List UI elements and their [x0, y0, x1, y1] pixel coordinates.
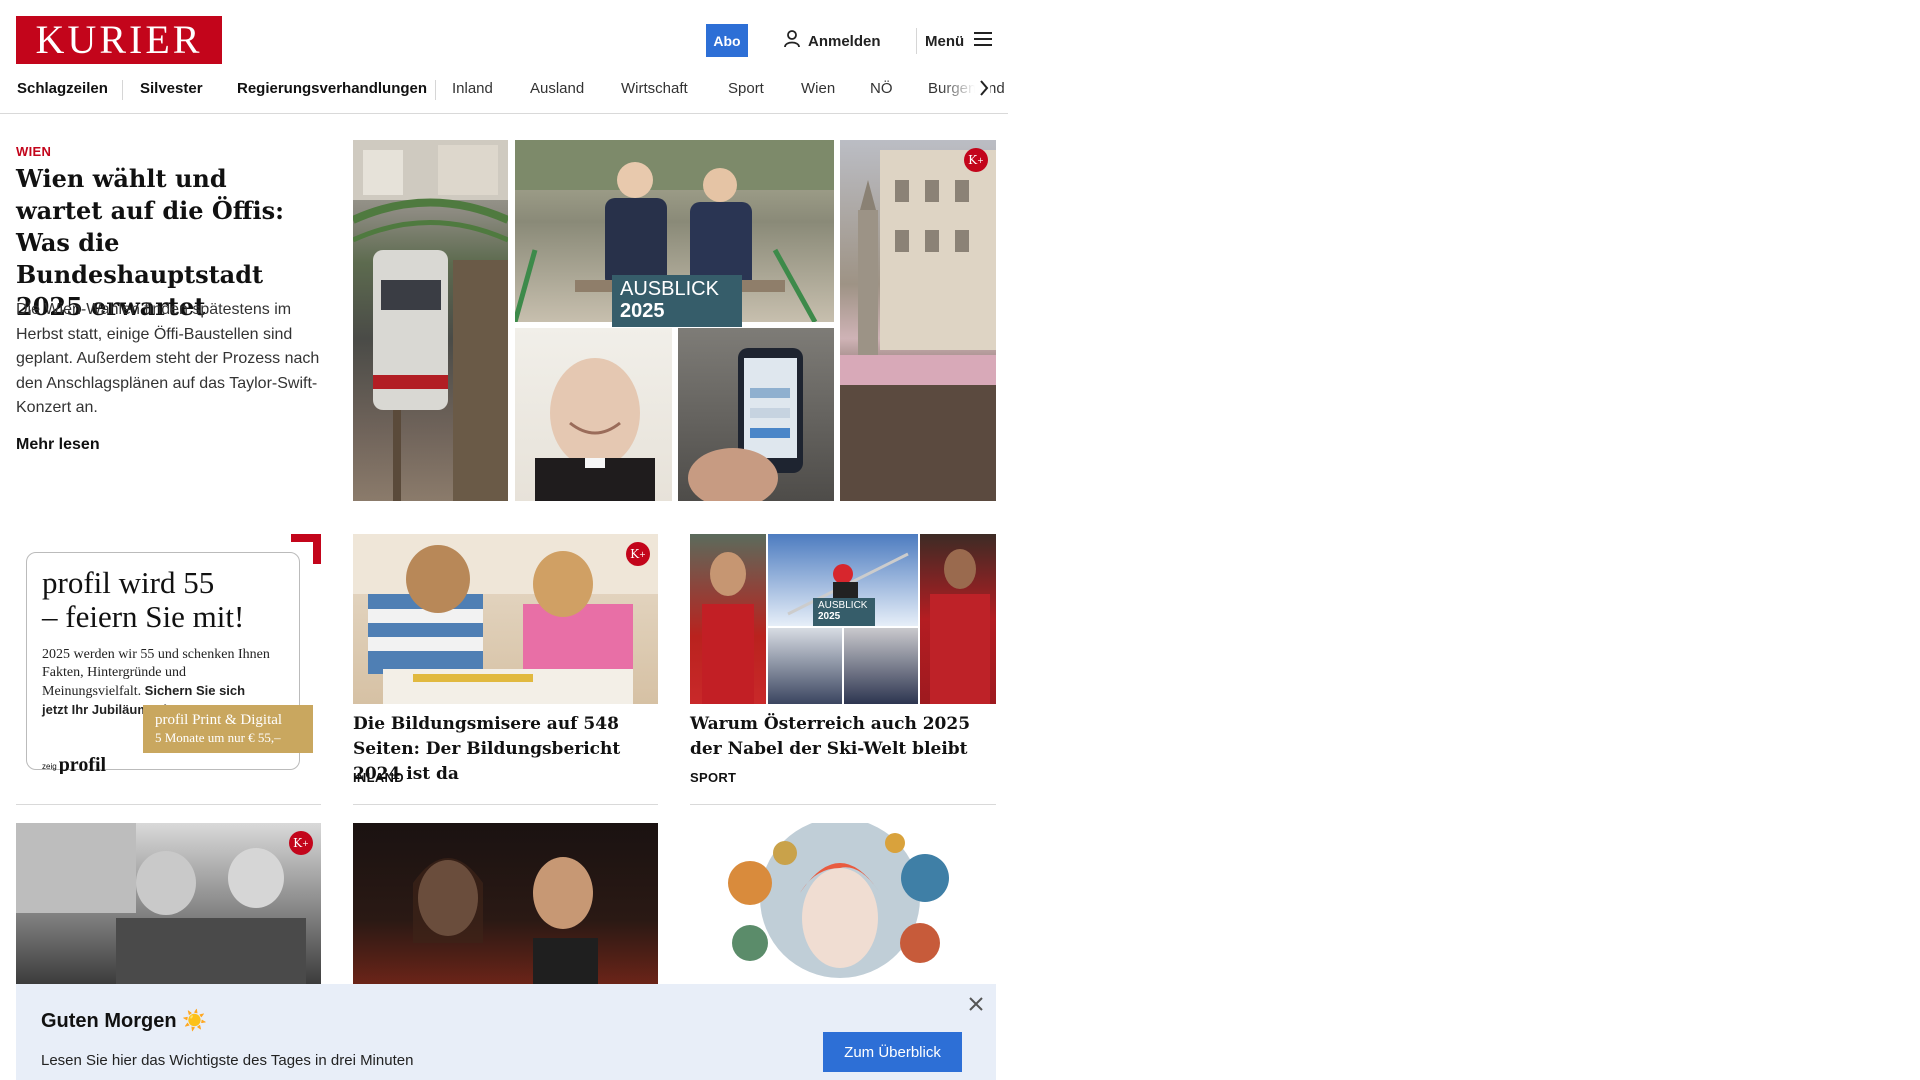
- kurier-logo[interactable]: KURIER: [16, 16, 222, 64]
- vintage-couple-photo[interactable]: [16, 823, 321, 984]
- celebrity-couple-photo[interactable]: [353, 823, 658, 984]
- kplus-premium-icon: K +: [626, 542, 650, 566]
- banner-text: Lesen Sie hier das Wichtigste des Tages …: [41, 1052, 414, 1069]
- menu-button[interactable]: Menü: [925, 30, 993, 52]
- read-more-link[interactable]: Mehr lesen: [16, 436, 100, 454]
- ski-team-photo[interactable]: [844, 628, 918, 704]
- user-icon: [784, 30, 800, 52]
- hamburger-icon: [974, 32, 993, 50]
- footballer-photo[interactable]: [690, 534, 766, 704]
- kplus-premium-icon: K +: [964, 148, 988, 172]
- ausblick-badge: AUSBLICK 2025: [612, 275, 742, 327]
- menu-label: Menü: [925, 32, 965, 50]
- cardinal-photo[interactable]: [515, 328, 672, 501]
- login-link[interactable]: Anmelden: [784, 30, 881, 52]
- nav-item-wirtschaft[interactable]: Wirtschaft: [621, 80, 688, 97]
- ausblick-word: AUSBLICK: [620, 278, 719, 300]
- nav-item-wien[interactable]: Wien: [801, 80, 835, 97]
- player-19-photo[interactable]: [920, 534, 996, 704]
- kplus-premium-icon: K +: [289, 831, 313, 855]
- ausblick-year: 2025: [620, 300, 665, 322]
- ausblick-badge: AUSBLICK 2025: [813, 598, 875, 626]
- ausblick-year: 2025: [818, 611, 841, 622]
- abo-button[interactable]: Abo: [706, 24, 748, 57]
- tram-photo[interactable]: [353, 140, 508, 501]
- ad-cta-button[interactable]: profil Print & Digital 5 Monate um nur €…: [143, 705, 313, 753]
- card-category[interactable]: SPORT: [690, 770, 736, 785]
- vienna-crowd-photo[interactable]: [840, 140, 996, 501]
- section-nav: Schlagzeilen Silvester Regierungsverhand…: [0, 76, 1008, 114]
- card-category[interactable]: INLAND: [353, 770, 404, 785]
- ad-corner-mark: [313, 534, 321, 564]
- chevron-right-icon[interactable]: [978, 78, 990, 103]
- divider: [690, 804, 996, 805]
- ad-headline: profil wird 55 – feiern Sie mit!: [42, 565, 245, 634]
- children-studying-photo[interactable]: [353, 534, 658, 704]
- close-icon[interactable]: [966, 994, 986, 1014]
- smartphone-app-photo[interactable]: [678, 328, 834, 501]
- lead-category[interactable]: WIEN: [16, 144, 51, 159]
- morning-briefing-banner: Guten Morgen ☀️ Lesen Sie hier das Wicht…: [16, 984, 996, 1080]
- profil-logo: zeig profil: [42, 754, 107, 774]
- profil-ad[interactable]: profil wird 55 – feiern Sie mit! 2025 we…: [16, 534, 321, 774]
- lead-teaser: Die Wien-Wahlen finden spätestens im Her…: [16, 301, 320, 416]
- nav-item-regierungsverhandlungen[interactable]: Regierungsverhandlungen: [237, 80, 427, 97]
- card-title[interactable]: Warum Österreich auch 2025 der Nabel der…: [690, 712, 1000, 762]
- skiers-celebrating-photo[interactable]: [768, 628, 842, 704]
- nav-item-ausland[interactable]: Ausland: [530, 80, 584, 97]
- logo-text: KURIER: [35, 17, 203, 62]
- nav-item-silvester[interactable]: Silvester: [140, 80, 203, 97]
- nav-item-inland[interactable]: Inland: [452, 80, 493, 97]
- overview-button[interactable]: Zum Überblick: [823, 1032, 962, 1072]
- banner-title: Guten Morgen ☀️: [41, 1010, 208, 1032]
- divider: [353, 804, 658, 805]
- nav-item-sport[interactable]: Sport: [728, 80, 764, 97]
- ausblick-word: AUSBLICK: [818, 600, 868, 611]
- nav-divider: [122, 80, 123, 100]
- collage-artwork-image[interactable]: [690, 823, 996, 984]
- header-divider: [916, 28, 917, 54]
- nav-item-noe[interactable]: NÖ: [870, 80, 893, 97]
- nav-divider: [435, 80, 436, 100]
- login-label: Anmelden: [808, 32, 881, 50]
- divider: [16, 804, 321, 805]
- nav-item-schlagzeilen[interactable]: Schlagzeilen: [17, 80, 108, 97]
